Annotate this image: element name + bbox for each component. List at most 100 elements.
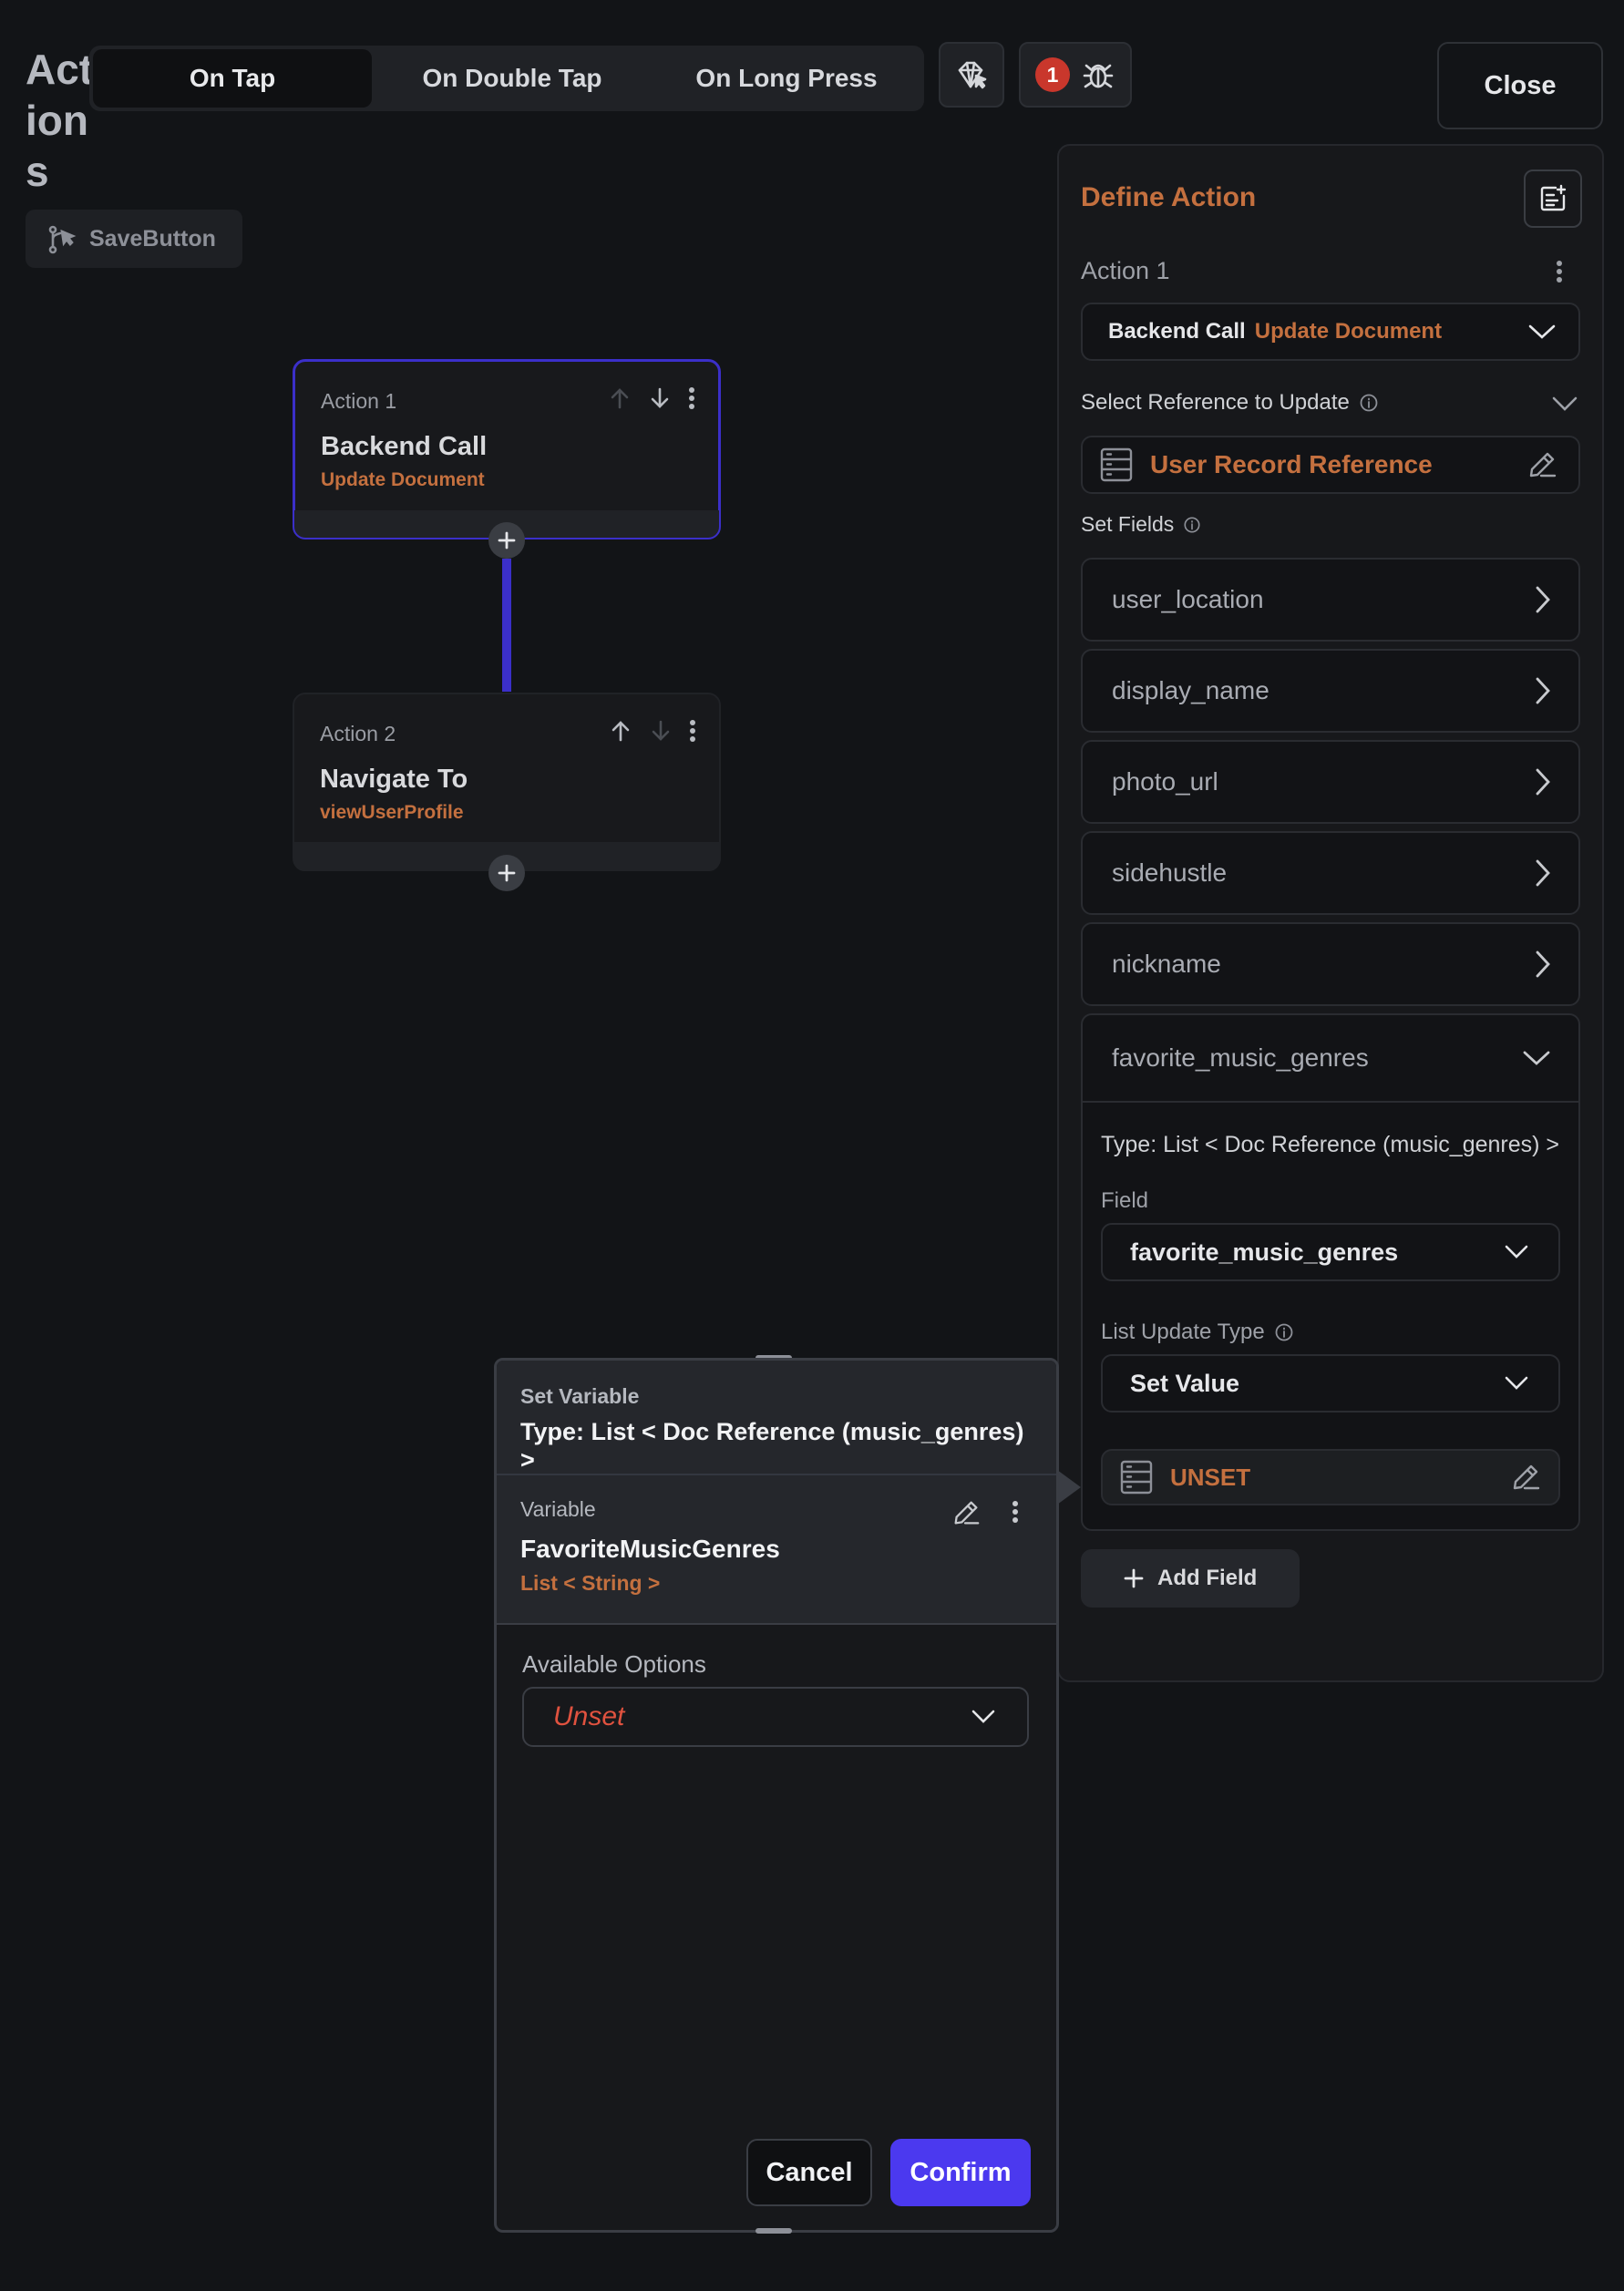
chevron-down-icon (971, 1709, 996, 1725)
action-type-select[interactable]: Backend Call Update Document (1081, 303, 1580, 361)
tab-on-long-press[interactable]: On Long Press (653, 49, 920, 108)
set-fields-label: Set Fields (1081, 512, 1175, 536)
move-up-icon[interactable] (608, 718, 633, 744)
more-vert-icon[interactable] (687, 385, 696, 411)
close-button[interactable]: Close (1437, 42, 1603, 129)
confirm-button[interactable]: Confirm (890, 2139, 1031, 2206)
field-row-favorite-music-genres: favorite_music_genres Type: List < Doc R… (1081, 1013, 1580, 1531)
widget-chip[interactable]: SaveButton (26, 210, 242, 268)
options-select[interactable]: Unset (522, 1687, 1029, 1747)
add-field-button[interactable]: Add Field (1081, 1549, 1300, 1608)
action-card-subtitle: Update Document (321, 469, 485, 490)
database-icon (1119, 1459, 1154, 1495)
bug-icon (1081, 57, 1115, 92)
options-label: Available Options (522, 1650, 706, 1678)
variable-type: List < String > (520, 1571, 661, 1595)
action-card-title: Navigate To (320, 765, 468, 794)
move-down-icon[interactable] (647, 385, 673, 411)
tab-on-double-tap[interactable]: On Double Tap (372, 49, 653, 108)
reference-label: Select Reference to Update (1081, 390, 1350, 415)
field-row-nickname[interactable]: nickname (1081, 922, 1580, 1006)
modal-header: Set Variable Type: List < Doc Reference … (497, 1361, 1056, 1474)
move-down-icon[interactable] (648, 718, 673, 744)
widget-name: SaveButton (89, 225, 216, 252)
set-fields-label-row: Set Fields (1081, 512, 1201, 537)
info-icon (1274, 1322, 1294, 1342)
action-subtype: Update Document (1254, 319, 1443, 344)
edit-icon[interactable] (951, 1497, 982, 1528)
trigger-tabs: On Tap On Double Tap On Long Press (89, 46, 924, 111)
page-title: Actions (26, 46, 94, 195)
modal-type-text: Type: List < Doc Reference (music_genres… (520, 1418, 1024, 1474)
chevron-right-icon (1535, 585, 1551, 614)
more-vert-icon[interactable] (688, 718, 697, 744)
field-type-text: Type: List < Doc Reference (music_genres… (1101, 1132, 1560, 1157)
field-select[interactable]: favorite_music_genres (1101, 1223, 1560, 1281)
chevron-down-icon (1522, 1049, 1551, 1067)
plus-icon (1123, 1567, 1145, 1589)
more-vert-icon[interactable] (1011, 1499, 1020, 1525)
chevron-down-icon (1504, 1375, 1529, 1392)
reference-value: User Record Reference (1150, 450, 1433, 478)
field-name: photo_url (1112, 767, 1218, 796)
field-name: favorite_music_genres (1112, 1043, 1369, 1072)
edit-icon[interactable] (1509, 1461, 1542, 1494)
move-up-icon[interactable] (607, 385, 632, 411)
field-row-photo-url[interactable]: photo_url (1081, 740, 1580, 824)
chevron-down-icon (1527, 323, 1557, 341)
define-action-panel: Define Action Action 1 Backend Call Upda… (1057, 144, 1604, 1682)
update-type-label: List Update Type (1101, 1320, 1265, 1344)
modal-title: Set Variable (520, 1384, 640, 1408)
field-row-user-location[interactable]: user_location (1081, 558, 1580, 642)
cancel-button[interactable]: Cancel (746, 2139, 872, 2206)
field-label: Field (1101, 1188, 1149, 1213)
field-select-value: favorite_music_genres (1130, 1238, 1399, 1266)
add-action-after-1-button[interactable] (488, 522, 525, 559)
sparkle-cursor-icon (954, 57, 989, 92)
add-note-icon (1537, 183, 1568, 214)
ai-assist-button[interactable] (939, 42, 1004, 108)
chevron-right-icon (1535, 767, 1551, 796)
chevron-down-icon[interactable] (1551, 396, 1578, 412)
action-label: Action 1 (1081, 257, 1170, 284)
update-type-value: Set Value (1130, 1369, 1240, 1397)
action-connector (502, 559, 511, 692)
chevron-right-icon (1535, 676, 1551, 705)
popover-pointer (1057, 1470, 1081, 1505)
variable-name: FavoriteMusicGenres (520, 1535, 780, 1563)
chevron-down-icon (1504, 1244, 1529, 1260)
value-text: UNSET (1170, 1463, 1251, 1491)
database-icon (1099, 447, 1134, 483)
more-vert-icon[interactable] (1555, 259, 1564, 284)
field-row-sidehustle[interactable]: sidehustle (1081, 831, 1580, 915)
action-library-button[interactable] (1524, 170, 1582, 228)
options-value: Unset (553, 1701, 625, 1731)
chevron-right-icon (1535, 858, 1551, 888)
chevron-right-icon (1535, 950, 1551, 979)
resize-handle-bottom[interactable] (755, 2228, 792, 2234)
tab-on-tap[interactable]: On Tap (93, 49, 372, 108)
field-name: sidehustle (1112, 858, 1228, 887)
update-type-label-row: List Update Type (1101, 1320, 1294, 1345)
variable-section[interactable]: Variable FavoriteMusicGenres List < Stri… (497, 1474, 1056, 1625)
info-icon (1183, 516, 1201, 534)
update-type-select[interactable]: Set Value (1101, 1354, 1560, 1413)
field-name: user_location (1112, 585, 1264, 613)
add-field-label: Add Field (1157, 1566, 1258, 1590)
branch-cursor-icon (46, 222, 78, 255)
expanded-field-header[interactable]: favorite_music_genres (1083, 1015, 1578, 1103)
edit-icon[interactable] (1526, 448, 1558, 481)
set-variable-modal: Set Variable Type: List < Doc Reference … (494, 1358, 1059, 2233)
info-icon (1359, 393, 1379, 413)
field-row-display-name[interactable]: display_name (1081, 649, 1580, 733)
debug-errors-button[interactable]: 1 (1019, 42, 1132, 108)
field-name: nickname (1112, 950, 1221, 978)
reference-label-row: Select Reference to Update (1081, 390, 1379, 416)
panel-title: Define Action (1081, 182, 1257, 212)
error-count-badge: 1 (1035, 57, 1070, 92)
value-select[interactable]: UNSET (1101, 1449, 1560, 1505)
reference-select[interactable]: User Record Reference (1081, 436, 1580, 494)
action-type: Backend Call (1108, 319, 1246, 344)
action-card-subtitle: viewUserProfile (320, 802, 464, 823)
add-action-after-2-button[interactable] (488, 855, 525, 891)
